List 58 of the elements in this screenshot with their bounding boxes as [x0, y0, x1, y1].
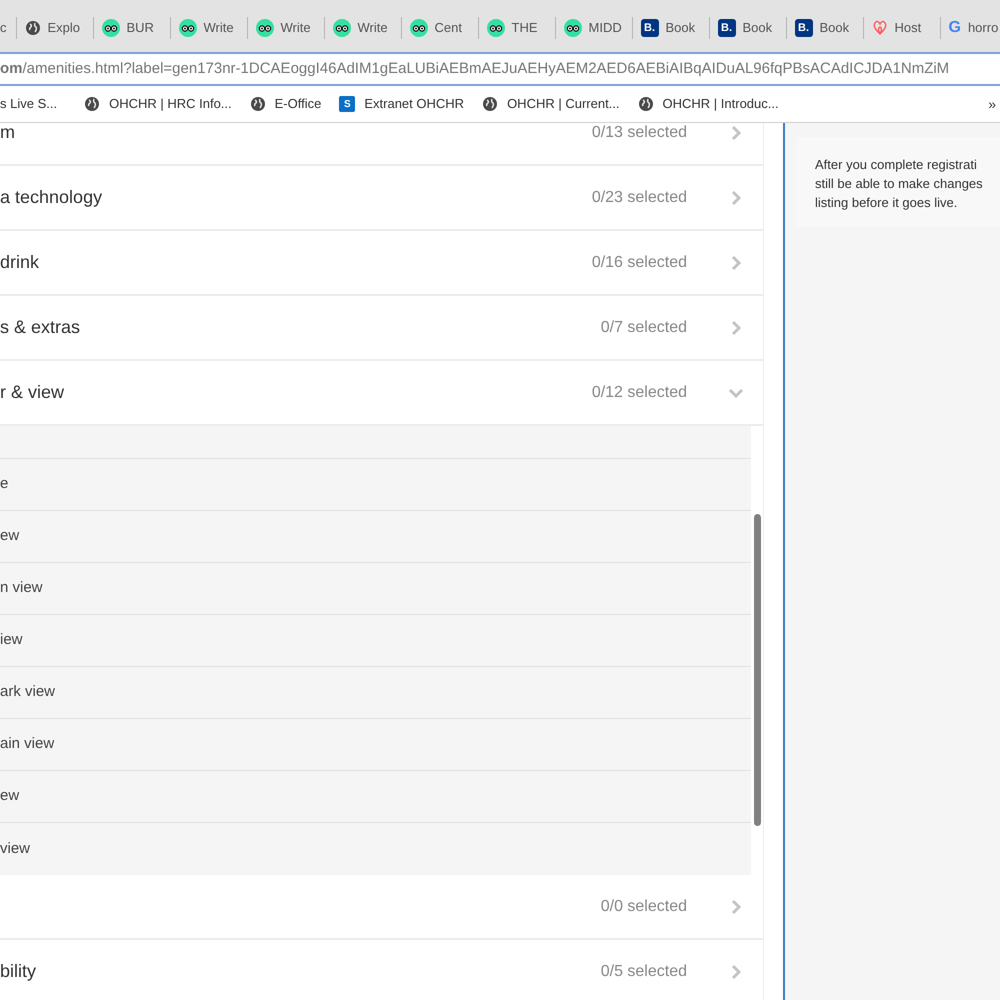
bookmark-item[interactable]: S Extranet OHCHR [330, 94, 474, 114]
chevron-right-icon [731, 124, 741, 140]
browser-tab[interactable]: Host [864, 13, 940, 43]
globe-icon [250, 96, 266, 112]
chevron-down-icon [728, 388, 744, 398]
amenity-option[interactable]: n view [0, 563, 751, 615]
logo-icon: B. [640, 19, 658, 37]
amenity-option[interactable]: iew [0, 615, 751, 667]
bookmark-item[interactable]: s Live S... [0, 94, 76, 114]
browser-tab[interactable]: MIDD [556, 13, 632, 43]
owl-icon [332, 19, 350, 37]
owl-icon [410, 19, 428, 37]
browser-tab[interactable]: BUR [94, 13, 170, 43]
loop-icon [872, 19, 888, 37]
logo-icon: B. [718, 19, 736, 37]
globe-icon [482, 96, 498, 112]
bookmark-item[interactable]: OHCHR | Introduc... [628, 94, 788, 114]
browser-tab[interactable]: Write [324, 13, 400, 43]
bookmark-item[interactable]: E-Office [240, 94, 330, 114]
chevron-right-icon [731, 190, 741, 206]
logo-icon: B. [794, 19, 812, 37]
bookmark-item[interactable]: OHCHR | HRC Info... [75, 94, 241, 114]
amenity-option[interactable]: ew [0, 771, 751, 823]
amenity-option[interactable]: view [0, 823, 751, 875]
amenity-option[interactable]: ew [0, 511, 751, 563]
amenity-option[interactable]: ark view [0, 667, 751, 719]
browser-tab[interactable]: B. Book [710, 13, 786, 43]
browser-tab[interactable]: THE [478, 13, 554, 43]
browser-tab[interactable]: B. Book [632, 13, 708, 43]
browser-tab[interactable]: Cent [402, 13, 478, 43]
browser-tab[interactable]: G horro [940, 13, 1000, 43]
scrollbar[interactable] [754, 514, 760, 826]
chevron-right-icon [731, 320, 741, 336]
globe-icon [24, 20, 40, 36]
bookmarks-overflow[interactable]: » [988, 94, 1000, 114]
chevron-right-icon [731, 964, 741, 980]
browser-tab[interactable]: B. Book [786, 13, 862, 43]
logo-icon: S [339, 96, 356, 112]
amenity-option[interactable]: e [0, 459, 751, 511]
browser-tab[interactable]: Write [170, 13, 246, 43]
browser-tab[interactable]: Write [248, 13, 324, 43]
browser-tab[interactable]: Explo [16, 13, 92, 43]
owl-icon [564, 19, 582, 37]
amenity-category-row[interactable]: m 0/13 selected [0, 123, 763, 166]
chevron-right-icon [731, 898, 741, 914]
owl-icon [486, 19, 504, 37]
amenity-option[interactable]: ain view [0, 719, 751, 771]
logo-icon: G [948, 16, 961, 40]
globe-icon [638, 96, 654, 112]
address-bar[interactable]: om/amenities.html?label=gen173nr-1DCAEoggI46AdIM1gEaLUBiAEBmAEJuAEHyAEM2AED6AEBiAIBqAIDuAL96fqPBsACAdICJDA1NmZiM [0, 52, 1000, 86]
globe-icon [84, 96, 100, 112]
owl-icon [178, 19, 196, 37]
info-text: After you complete registrati still be able to make changes listing before it goes live. [815, 156, 984, 212]
owl-icon [256, 19, 274, 37]
chevron-right-icon [731, 254, 741, 270]
owl-icon [102, 19, 120, 37]
browser-tab[interactable]: c [0, 13, 16, 43]
bookmark-item[interactable]: OHCHR | Current... [473, 94, 629, 114]
